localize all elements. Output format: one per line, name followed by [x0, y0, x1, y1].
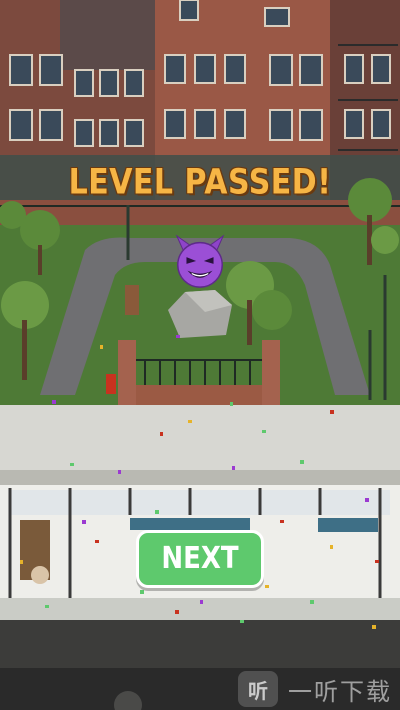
level-passed-title: LEVEL PASSED! [68, 162, 332, 203]
watermark-text: 一听下载 [288, 677, 392, 706]
park-wall [0, 200, 400, 226]
watermark-logo: 听 [238, 671, 278, 707]
next-button-label: NEXT [161, 541, 239, 577]
game-scene [0, 0, 400, 710]
next-button[interactable]: NEXT [136, 530, 264, 588]
smiling-face-with-horns-icon [175, 234, 225, 288]
watermark: 听 一听下载 [238, 670, 392, 708]
